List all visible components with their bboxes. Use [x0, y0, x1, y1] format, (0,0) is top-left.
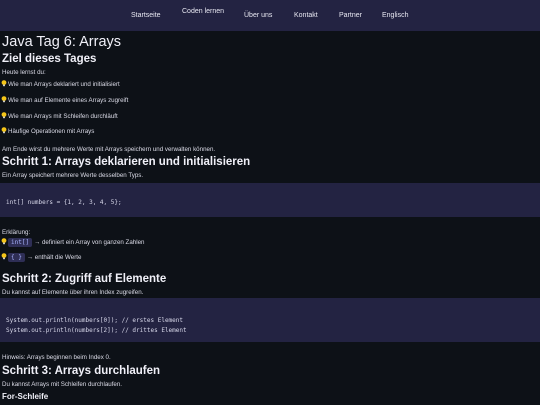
list-item: int[] → definiert ein Array von ganzen Za… [1, 238, 144, 247]
lightbulb-icon [1, 238, 7, 246]
inline-code: int[] [8, 238, 33, 247]
goal-heading: Ziel dieses Tages [2, 53, 97, 65]
list-item: { } → enthält die Werte [1, 253, 81, 262]
nav-link-ueber-uns[interactable]: Über uns [244, 12, 272, 19]
nav-link-kontakt[interactable]: Kontakt [294, 12, 318, 19]
goal-intro: Heute lernst du: [2, 69, 46, 76]
page-title: Java Tag 6: Arrays [2, 34, 122, 50]
step3-heading: Schritt 3: Arrays durchlaufen [2, 365, 161, 377]
explain-label: Erklärung: [2, 229, 31, 236]
step2-heading: Schritt 2: Zugriff auf Elemente [2, 273, 167, 285]
code-line: int[] numbers = {1, 2, 3, 4, 5}; [6, 199, 122, 206]
step1-heading: Schritt 1: Arrays deklarieren und initia… [2, 156, 251, 168]
goal-item-text: Häufige Operationen mit Arrays [8, 128, 95, 135]
list-item: Wie man Arrays deklariert und initialisi… [1, 80, 120, 88]
lightbulb-icon [1, 80, 7, 88]
lightbulb-icon [1, 253, 7, 261]
goal-outro: Am Ende wirst du mehrere Werte mit Array… [2, 146, 216, 153]
step3-text: Du kannst Arrays mit Schleifen durchlauf… [2, 381, 123, 388]
top-navigation: Startseite Coden lernen Über uns Kontakt… [0, 0, 540, 31]
code-line: System.out.println(numbers[2]); // dritt… [6, 327, 187, 334]
nav-link-englisch[interactable]: Englisch [382, 12, 408, 19]
nav-link-coden-lernen[interactable]: Coden lernen [182, 8, 224, 15]
inline-code: { } [8, 253, 25, 262]
step1-text: Ein Array speichert mehrere Werte dessel… [2, 172, 144, 179]
lightbulb-icon [1, 112, 7, 120]
list-item: Wie man auf Elemente eines Arrays zugrei… [1, 96, 128, 104]
goal-item-text: Wie man auf Elemente eines Arrays zugrei… [8, 97, 129, 104]
step3-subheading: For-Schleife [2, 392, 49, 401]
list-item: Wie man Arrays mit Schleifen durchläuft [1, 112, 118, 120]
step2-text: Du kannst auf Elemente über ihren Index … [2, 289, 144, 296]
code-block-step1: int[] numbers = {1, 2, 3, 4, 5}; [0, 183, 540, 217]
nav-link-startseite[interactable]: Startseite [131, 12, 161, 19]
goal-item-text: Wie man Arrays deklariert und initialisi… [8, 81, 120, 88]
list-item: Häufige Operationen mit Arrays [1, 127, 94, 135]
code-block-step2: System.out.println(numbers[0]); // erste… [0, 298, 540, 342]
lightbulb-icon [1, 96, 7, 104]
explain-text: → definiert ein Array von ganzen Zahlen [34, 239, 145, 246]
step2-hint: Hinweis: Arrays beginnen beim Index 0. [2, 354, 111, 361]
nav-link-partner[interactable]: Partner [339, 12, 362, 19]
lightbulb-icon [1, 127, 7, 135]
code-line: System.out.println(numbers[0]); // erste… [6, 317, 184, 324]
goal-item-text: Wie man Arrays mit Schleifen durchläuft [8, 113, 118, 120]
explain-text: → enthält die Werte [26, 254, 82, 261]
